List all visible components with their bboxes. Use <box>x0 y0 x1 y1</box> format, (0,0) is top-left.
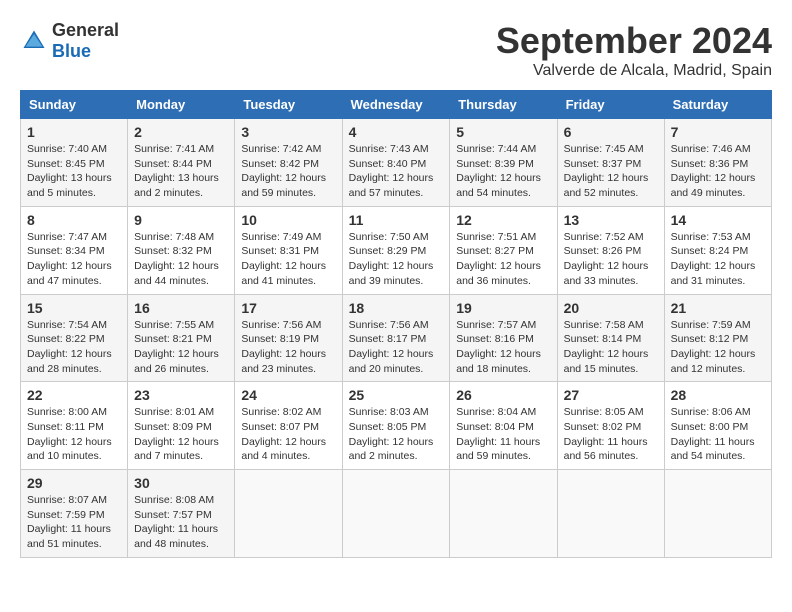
calendar-cell-empty-w4c2 <box>235 470 342 558</box>
logo: General Blue <box>20 20 119 62</box>
calendar-cell-9: 9Sunrise: 7:48 AMSunset: 8:32 PMDaylight… <box>128 206 235 294</box>
col-monday: Monday <box>128 91 235 119</box>
calendar-cell-27: 27Sunrise: 8:05 AMSunset: 8:02 PMDayligh… <box>557 382 664 470</box>
week-row-5: 29Sunrise: 8:07 AMSunset: 7:59 PMDayligh… <box>21 470 772 558</box>
col-wednesday: Wednesday <box>342 91 450 119</box>
logo-general: General <box>52 20 119 40</box>
calendar-cell-empty-w4c4 <box>450 470 557 558</box>
calendar-cell-5: 5Sunrise: 7:44 AMSunset: 8:39 PMDaylight… <box>450 119 557 207</box>
location-title: Valverde de Alcala, Madrid, Spain <box>496 62 772 80</box>
calendar-cell-22: 22Sunrise: 8:00 AMSunset: 8:11 PMDayligh… <box>21 382 128 470</box>
title-area: September 2024 Valverde de Alcala, Madri… <box>496 20 772 80</box>
calendar-cell-empty-w4c3 <box>342 470 450 558</box>
col-tuesday: Tuesday <box>235 91 342 119</box>
calendar-cell-empty-w4c5 <box>557 470 664 558</box>
calendar-cell-1: 1Sunrise: 7:40 AMSunset: 8:45 PMDaylight… <box>21 119 128 207</box>
calendar-cell-17: 17Sunrise: 7:56 AMSunset: 8:19 PMDayligh… <box>235 294 342 382</box>
week-row-3: 15Sunrise: 7:54 AMSunset: 8:22 PMDayligh… <box>21 294 772 382</box>
week-row-1: 1Sunrise: 7:40 AMSunset: 8:45 PMDaylight… <box>21 119 772 207</box>
calendar-cell-21: 21Sunrise: 7:59 AMSunset: 8:12 PMDayligh… <box>664 294 771 382</box>
col-sunday: Sunday <box>21 91 128 119</box>
calendar-cell-25: 25Sunrise: 8:03 AMSunset: 8:05 PMDayligh… <box>342 382 450 470</box>
calendar-cell-11: 11Sunrise: 7:50 AMSunset: 8:29 PMDayligh… <box>342 206 450 294</box>
calendar-cell-8: 8Sunrise: 7:47 AMSunset: 8:34 PMDaylight… <box>21 206 128 294</box>
calendar-cell-28: 28Sunrise: 8:06 AMSunset: 8:00 PMDayligh… <box>664 382 771 470</box>
week-row-2: 8Sunrise: 7:47 AMSunset: 8:34 PMDaylight… <box>21 206 772 294</box>
calendar-cell-18: 18Sunrise: 7:56 AMSunset: 8:17 PMDayligh… <box>342 294 450 382</box>
calendar-cell-13: 13Sunrise: 7:52 AMSunset: 8:26 PMDayligh… <box>557 206 664 294</box>
calendar-cell-14: 14Sunrise: 7:53 AMSunset: 8:24 PMDayligh… <box>664 206 771 294</box>
calendar-cell-10: 10Sunrise: 7:49 AMSunset: 8:31 PMDayligh… <box>235 206 342 294</box>
calendar-cell-29: 29Sunrise: 8:07 AMSunset: 7:59 PMDayligh… <box>21 470 128 558</box>
col-saturday: Saturday <box>664 91 771 119</box>
calendar-cell-23: 23Sunrise: 8:01 AMSunset: 8:09 PMDayligh… <box>128 382 235 470</box>
calendar-cell-7: 7Sunrise: 7:46 AMSunset: 8:36 PMDaylight… <box>664 119 771 207</box>
logo-icon <box>20 27 48 55</box>
calendar-table: Sunday Monday Tuesday Wednesday Thursday… <box>20 90 772 558</box>
calendar-cell-empty-w4c6 <box>664 470 771 558</box>
calendar-cell-4: 4Sunrise: 7:43 AMSunset: 8:40 PMDaylight… <box>342 119 450 207</box>
calendar-cell-19: 19Sunrise: 7:57 AMSunset: 8:16 PMDayligh… <box>450 294 557 382</box>
calendar-cell-24: 24Sunrise: 8:02 AMSunset: 8:07 PMDayligh… <box>235 382 342 470</box>
calendar-header-row: Sunday Monday Tuesday Wednesday Thursday… <box>21 91 772 119</box>
logo-blue: Blue <box>52 41 91 61</box>
calendar-cell-30: 30Sunrise: 8:08 AMSunset: 7:57 PMDayligh… <box>128 470 235 558</box>
calendar-cell-16: 16Sunrise: 7:55 AMSunset: 8:21 PMDayligh… <box>128 294 235 382</box>
calendar-cell-2: 2Sunrise: 7:41 AMSunset: 8:44 PMDaylight… <box>128 119 235 207</box>
calendar-cell-26: 26Sunrise: 8:04 AMSunset: 8:04 PMDayligh… <box>450 382 557 470</box>
page-header: General Blue September 2024 Valverde de … <box>20 20 772 80</box>
week-row-4: 22Sunrise: 8:00 AMSunset: 8:11 PMDayligh… <box>21 382 772 470</box>
calendar-cell-20: 20Sunrise: 7:58 AMSunset: 8:14 PMDayligh… <box>557 294 664 382</box>
col-friday: Friday <box>557 91 664 119</box>
calendar-cell-15: 15Sunrise: 7:54 AMSunset: 8:22 PMDayligh… <box>21 294 128 382</box>
month-title: September 2024 <box>496 20 772 62</box>
calendar-cell-12: 12Sunrise: 7:51 AMSunset: 8:27 PMDayligh… <box>450 206 557 294</box>
calendar-cell-3: 3Sunrise: 7:42 AMSunset: 8:42 PMDaylight… <box>235 119 342 207</box>
col-thursday: Thursday <box>450 91 557 119</box>
calendar-cell-6: 6Sunrise: 7:45 AMSunset: 8:37 PMDaylight… <box>557 119 664 207</box>
